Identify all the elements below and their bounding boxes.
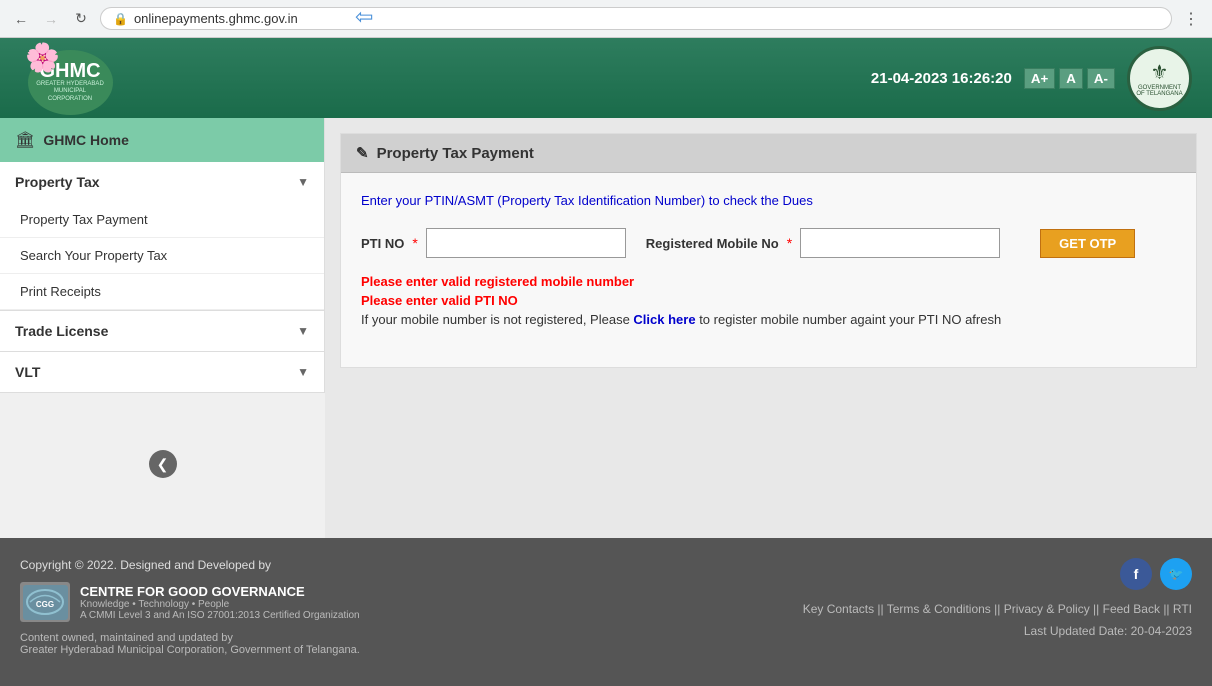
cgg-subtitle: Knowledge • Technology • People [80,599,360,610]
get-otp-button[interactable]: GET OTP [1040,229,1135,258]
mobile-label: Registered Mobile No [646,236,779,251]
logo-area: 🌸 GHMC GREATER HYDERABAD MUNICIPAL CORPO… [20,43,120,113]
panel-title: Property Tax Payment [377,145,534,162]
sidebar-property-tax-label: Property Tax [15,174,100,190]
forward-button[interactable]: → [40,8,62,30]
sidebar-section-trade-license: Trade License ▼ [0,311,324,352]
pti-error: Please enter valid PTI NO [361,293,1176,308]
panel-body: Enter your PTIN/ASMT (Property Tax Ident… [341,173,1196,367]
twitter-icon: 🐦 [1169,567,1184,581]
flower-decoration: 🌸 [25,41,60,74]
logo-subtext: GREATER HYDERABAD MUNICIPAL CORPORATION [28,81,113,103]
sidebar-home-label: GHMC Home [43,132,129,148]
font-size-controls: A+ A A- [1024,68,1115,89]
font-decrease-button[interactable]: A- [1087,68,1115,89]
sidebar-vlt-label: VLT [15,364,40,380]
facebook-button[interactable]: f [1120,558,1152,590]
form-row: PTI NO * Registered Mobile No * GET OTP [361,228,1176,258]
pti-no-group: PTI NO * [361,228,626,258]
reload-button[interactable]: ↻ [70,8,92,30]
sidebar-home[interactable]: 🏛 GHMC Home [0,118,324,162]
panel-header: ✎ Property Tax Payment [341,134,1196,173]
cgg-name: CENTRE FOR GOOD GOVERNANCE [80,584,360,599]
sidebar-item-property-tax-payment[interactable]: Property Tax Payment [0,202,324,238]
trade-license-chevron: ▼ [297,324,309,338]
url-text: onlinepayments.ghmc.gov.in [134,11,1159,26]
cgg-logo: CGG [20,582,70,622]
content-panel: ✎ Property Tax Payment Enter your PTIN/A… [340,133,1197,368]
sidebar-collapse-btn[interactable]: ❮ [149,450,177,478]
sidebar-trade-license-header[interactable]: Trade License ▼ [0,311,324,351]
sidebar-vlt-header[interactable]: VLT ▼ [0,352,324,392]
lock-icon: 🔒 [113,12,128,26]
footer: Copyright © 2022. Designed and Developed… [0,538,1212,686]
footer-last-updated: Last Updated Date: 20-04-2023 [803,624,1192,638]
mobile-group: Registered Mobile No * [646,228,1000,258]
footer-left: Copyright © 2022. Designed and Developed… [20,558,803,656]
sidebar: 🏛 GHMC Home Property Tax ▼ Property Tax … [0,118,325,393]
sidebar-property-tax-header[interactable]: Property Tax ▼ [0,162,324,202]
pti-no-input[interactable] [426,228,626,258]
twitter-button[interactable]: 🐦 [1160,558,1192,590]
svg-text:CGG: CGG [36,600,54,609]
home-icon: 🏛 [15,130,35,150]
register-suffix: to register mobile number againt your PT… [696,312,1002,327]
telangana-seal: ⚜ GOVERNMENTOF TELANGANA [1127,46,1192,111]
property-tax-chevron: ▼ [297,175,309,189]
sidebar-section-vlt: VLT ▼ [0,352,324,393]
error-messages: Please enter valid registered mobile num… [361,274,1176,327]
sidebar-wrapper: 🏛 GHMC Home Property Tax ▼ Property Tax … [0,118,325,538]
cgg-info: CENTRE FOR GOOD GOVERNANCE Knowledge • T… [80,584,360,621]
back-button[interactable]: ← [10,8,32,30]
footer-copyright: Copyright © 2022. Designed and Developed… [20,558,803,572]
font-increase-button[interactable]: A+ [1024,68,1055,89]
footer-links: Key Contacts || Terms & Conditions || Pr… [803,602,1192,616]
mobile-error: Please enter valid registered mobile num… [361,274,1176,289]
seal-inner: ⚜ GOVERNMENTOF TELANGANA [1136,60,1182,97]
footer-top: Copyright © 2022. Designed and Developed… [20,558,1192,656]
pti-no-label: PTI NO [361,236,404,251]
vlt-chevron: ▼ [297,365,309,379]
footer-right: f 🐦 Key Contacts || Terms & Conditions |… [803,558,1192,638]
footer-content-info: Content owned, maintained and updated by… [20,632,803,656]
register-message: If your mobile number is not registered,… [361,312,1176,327]
sidebar-item-search-property-tax[interactable]: Search Your Property Tax [0,238,324,274]
ptin-instruction: Enter your PTIN/ASMT (Property Tax Ident… [361,193,1176,208]
register-prefix: If your mobile number is not registered,… [361,312,633,327]
site-header: 🌸 GHMC GREATER HYDERABAD MUNICIPAL CORPO… [0,38,1212,118]
click-here-link[interactable]: Click here [633,312,695,327]
font-normal-button[interactable]: A [1059,68,1083,89]
sidebar-item-print-receipts[interactable]: Print Receipts [0,274,324,310]
facebook-icon: f [1134,566,1139,582]
mobile-input[interactable] [800,228,1000,258]
address-bar[interactable]: 🔒 onlinepayments.ghmc.gov.in [100,7,1172,30]
main-layout: 🏛 GHMC Home Property Tax ▼ Property Tax … [0,118,1212,538]
footer-cgg: CGG CENTRE FOR GOOD GOVERNANCE Knowledge… [20,582,803,622]
cgg-certified: A CMMI Level 3 and An ISO 27001:2013 Cer… [80,610,360,621]
content-area: ✎ Property Tax Payment Enter your PTIN/A… [325,118,1212,538]
header-right: 21-04-2023 16:26:20 A+ A A- ⚜ GOVERNMENT… [871,46,1192,111]
browser-menu-button[interactable]: ⋮ [1180,8,1202,30]
sidebar-section-property-tax: Property Tax ▼ Property Tax Payment Sear… [0,162,324,311]
footer-social: f 🐦 [803,558,1192,590]
sidebar-trade-license-label: Trade License [15,323,108,339]
pti-required-star: * [412,235,417,251]
datetime-display: 21-04-2023 16:26:20 [871,70,1012,87]
mobile-required-star: * [787,235,792,251]
edit-icon: ✎ [356,144,369,162]
